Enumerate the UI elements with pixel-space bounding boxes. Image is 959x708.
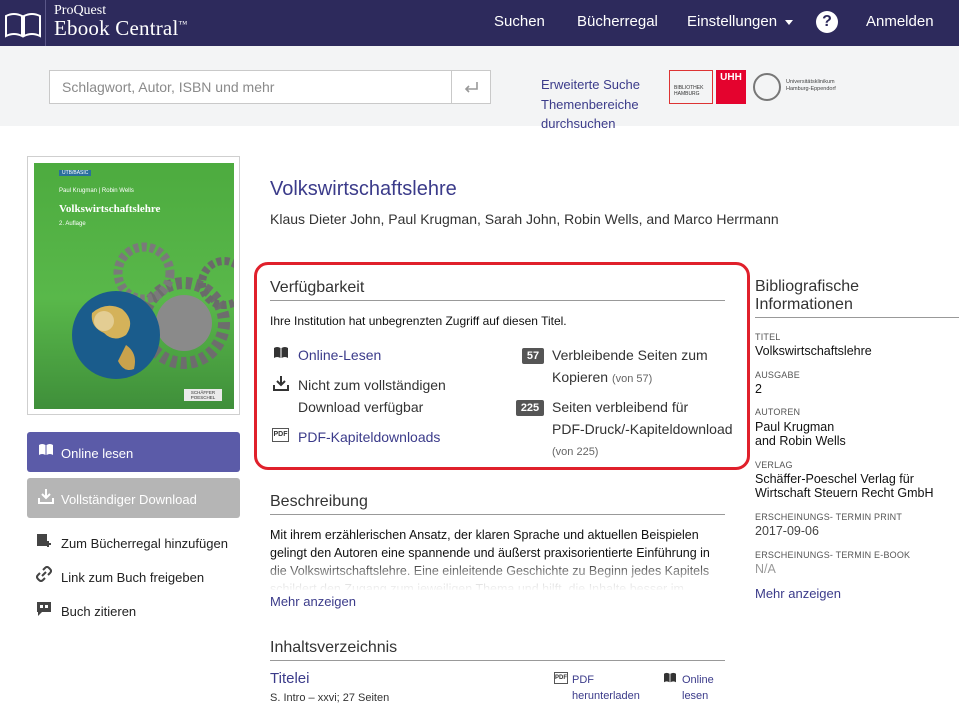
brand-trademark: ™ (178, 19, 188, 29)
caret-down-icon (785, 19, 794, 25)
no-full-download-line1: Nicht zum vollständigen (298, 377, 446, 393)
print-pages-badge: 225 (516, 400, 544, 416)
share-link-label: Link zum Buch freigeben (61, 570, 205, 585)
bib-ebook-date-value: N/A (755, 562, 776, 576)
bibliography-more-link[interactable]: Mehr anzeigen (755, 586, 841, 601)
nav-login[interactable]: Anmelden (866, 13, 934, 30)
open-book-icon (274, 347, 288, 358)
library-logo: BIBLIOTHEK HAMBURG (669, 70, 713, 104)
bib-ebook-date-label: ERSCHEINUNGS- TERMIN E-BOOK (755, 550, 911, 560)
bib-edition-label: AUSGABE (755, 370, 800, 380)
bib-print-date-value: 2017-09-06 (755, 524, 819, 538)
print-pages-line1: Seiten verbleibend für (552, 399, 689, 415)
toc-item-title[interactable]: Titelei (270, 670, 309, 687)
nav-settings-label: Einstellungen (687, 13, 778, 30)
print-pages-line2: PDF-Druck/-Kapiteldownload (552, 421, 733, 437)
bib-authors-label: AUTOREN (755, 407, 801, 417)
read-online-label: Online lesen (61, 446, 134, 461)
advanced-search-link[interactable]: Erweiterte Suche (541, 77, 640, 92)
availability-divider (270, 300, 725, 301)
pdf-icon: PDF (272, 428, 289, 442)
top-navigation-bar: ProQuest Ebook Central™ Suchen Bücherreg… (0, 0, 959, 46)
description-heading: Beschreibung (270, 493, 368, 510)
bib-title-label: TITEL (755, 332, 781, 342)
nav-search[interactable]: Suchen (494, 13, 545, 30)
read-online-button[interactable]: Online lesen (27, 432, 240, 472)
copy-pages-label: Kopieren (552, 369, 609, 385)
copy-pages-total: (von 57) (611, 373, 653, 385)
book-cover-frame[interactable]: UTB/BASIC Paul Krugman | Robin Wells Vol… (27, 156, 240, 415)
link-icon (36, 566, 52, 582)
copy-pages-badge: 57 (522, 348, 544, 364)
add-bookshelf-icon (37, 534, 51, 547)
open-book-icon (664, 672, 676, 683)
pdf-chapter-downloads-link[interactable]: PDF-Kapiteldownloads (298, 429, 440, 445)
copy-pages-line2: Kopieren (von 57) (552, 366, 652, 390)
open-book-icon (39, 444, 53, 455)
brand-name: Ebook Central (54, 16, 179, 40)
bib-authors-line2: and Robin Wells (755, 434, 846, 448)
add-to-bookshelf-label: Zum Bücherregal hinzufügen (61, 536, 228, 551)
book-authors: Klaus Dieter John, Paul Krugman, Sarah J… (270, 211, 779, 227)
institution-logos: BIBLIOTHEK HAMBURG UHH Universitätsklini… (669, 70, 851, 104)
read-online-link[interactable]: Online-Lesen (298, 347, 381, 363)
bib-publisher-line1: Schäffer-Poeschel Verlag für (755, 472, 914, 486)
search-submit-button[interactable] (451, 70, 491, 104)
availability-note: Ihre Institution hat unbegrenzten Zugrif… (270, 314, 567, 328)
help-icon[interactable]: ? (816, 11, 838, 33)
bib-publisher-label: VERLAG (755, 460, 793, 470)
pdf-icon: PDF (554, 672, 568, 684)
full-download-label: Vollständiger Download (61, 492, 197, 507)
description-more-link[interactable]: Mehr anzeigen (270, 594, 356, 609)
bib-title-value: Volkswirtschaftslehre (755, 344, 872, 358)
search-input[interactable] (49, 70, 452, 104)
nav-settings[interactable]: Einstellungen (687, 13, 794, 30)
enter-icon (464, 82, 478, 93)
toc-pdf-download-line1[interactable]: PDF (572, 672, 594, 688)
globe-gears-illustration (72, 242, 234, 379)
print-pages-total: (von 225) (552, 446, 599, 458)
bibliography-heading-line2: Informationen (755, 296, 853, 313)
library-logo-text: BIBLIOTHEK HAMBURG (674, 85, 704, 97)
uhh-logo: UHH (716, 70, 746, 104)
bibliography-divider (755, 317, 959, 318)
no-full-download-line2: Download verfügbar (298, 399, 424, 415)
uhh-logo-text: UHH (720, 72, 742, 83)
bib-publisher-line2: Wirtschaft Steuern Recht GmbH (755, 486, 934, 500)
download-icon (38, 489, 54, 504)
search-band: Erweiterte Suche Themenbereiche durchsuc… (0, 46, 959, 131)
bibliography-heading-line1: Bibliografische (755, 278, 860, 295)
download-icon (273, 376, 289, 391)
full-download-button[interactable]: Vollständiger Download (27, 478, 240, 518)
toc-item-pages: S. Intro – xxvi; 27 Seiten (270, 692, 390, 704)
seal-icon (753, 73, 781, 101)
browse-subjects-link-line2[interactable]: durchsuchen (541, 116, 615, 131)
bib-authors-line1: Paul Krugman (755, 420, 835, 434)
browse-subjects-link-line1[interactable]: Themenbereiche (541, 97, 639, 112)
copy-pages-line1: Verbleibende Seiten zum (552, 347, 708, 363)
availability-heading: Verfügbarkeit (270, 279, 365, 296)
book-cover-image: UTB/BASIC Paul Krugman | Robin Wells Vol… (34, 163, 234, 409)
quote-icon (37, 602, 51, 616)
brand-ebook-central[interactable]: Ebook Central™ (54, 16, 188, 41)
toc-divider (270, 660, 725, 661)
toc-read-online-line1[interactable]: Online (682, 672, 714, 688)
cover-publisher-logo: SCHÄFFER POESCHEL (184, 389, 222, 401)
cite-book-label: Buch zitieren (61, 604, 137, 619)
description-fade (270, 560, 730, 592)
book-logo-icon[interactable] (0, 0, 46, 46)
bib-print-date-label: ERSCHEINUNGS- TERMIN PRINT (755, 512, 903, 522)
uke-logo-text: Universitätsklinikum Hamburg-Eppendorf (786, 79, 836, 92)
description-divider (270, 514, 725, 515)
toc-pdf-download-line2[interactable]: herunterladen (572, 688, 640, 704)
bibliography-heading: Bibliografische Informationen (755, 278, 955, 314)
book-title: Volkswirtschaftslehre (270, 178, 457, 200)
nav-bookshelf[interactable]: Bücherregal (577, 13, 658, 30)
bib-edition-value: 2 (755, 382, 762, 396)
toc-read-online-line2[interactable]: lesen (682, 688, 708, 704)
toc-heading: Inhaltsverzeichnis (270, 639, 398, 656)
